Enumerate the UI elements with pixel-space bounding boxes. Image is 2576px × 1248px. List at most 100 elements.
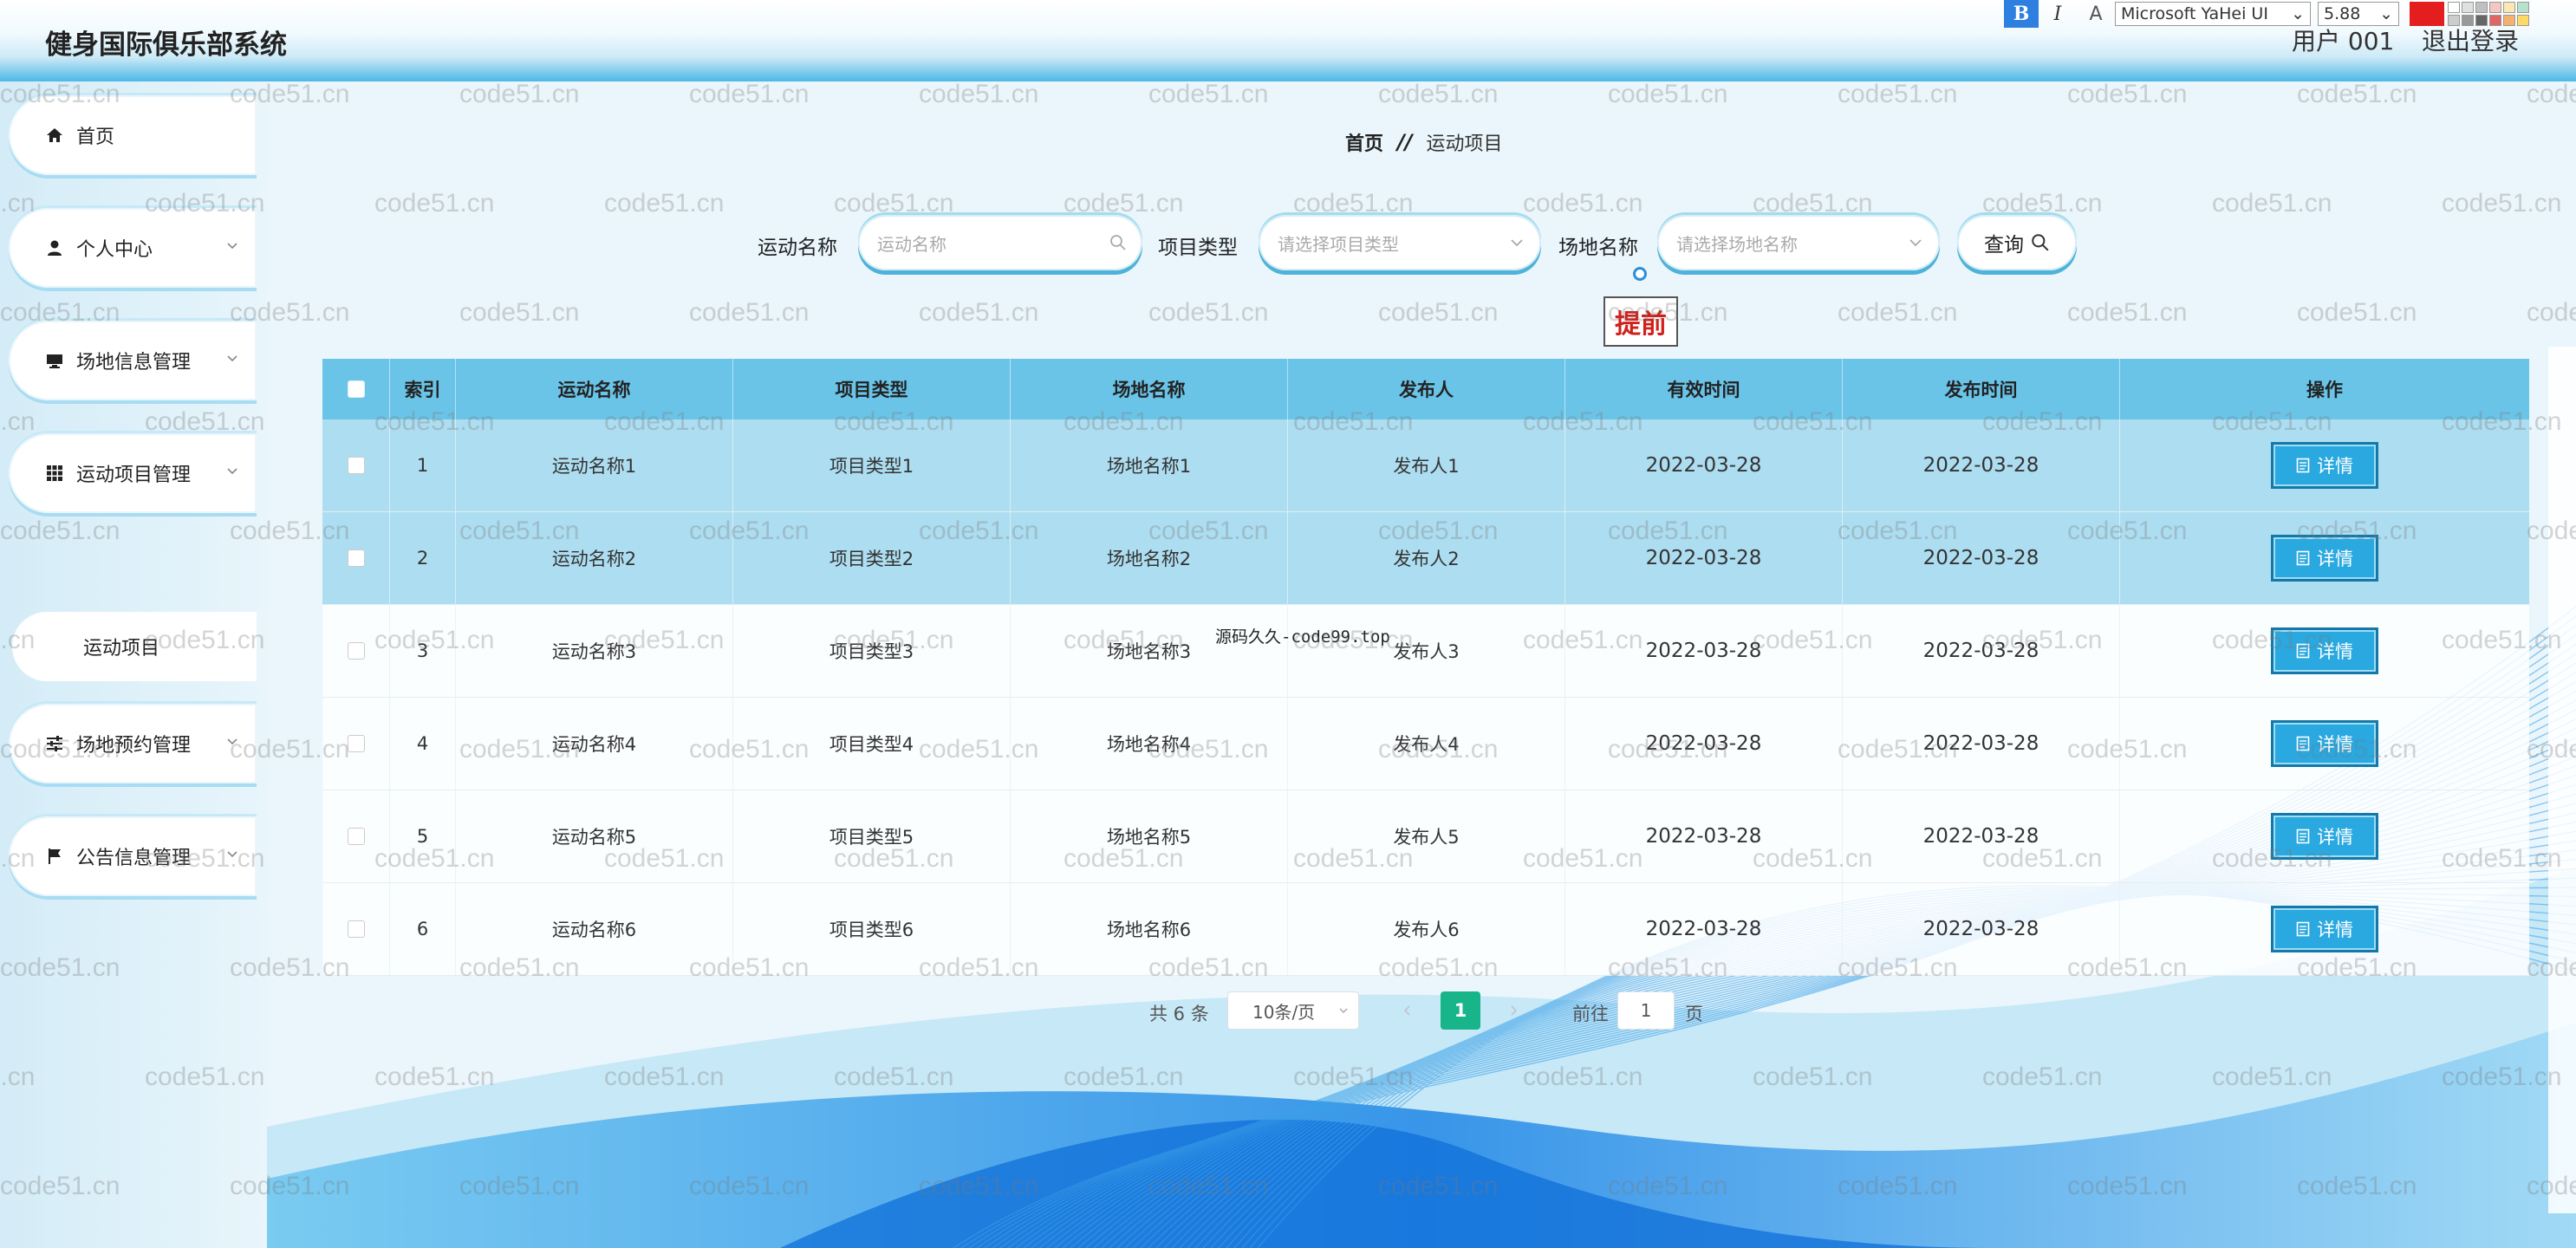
bold-button[interactable]: B xyxy=(2004,0,2039,28)
color-swatch[interactable] xyxy=(2462,15,2474,26)
goto-label: 前往 xyxy=(1572,1004,1609,1024)
operation-cell: 详情 xyxy=(2120,419,2529,511)
breadcrumb-home[interactable]: 首页 xyxy=(1345,128,1383,156)
sidebar-item-venue-management[interactable]: 场地信息管理 xyxy=(9,321,257,400)
detail-button[interactable]: 详情 xyxy=(2271,720,2378,767)
sport-name-input[interactable]: 运动名称 xyxy=(858,215,1142,270)
effective-date-cell: 2022-03-28 xyxy=(1565,698,1843,790)
search-icon xyxy=(1110,235,1126,250)
query-button[interactable]: 查询 xyxy=(1957,215,2077,270)
detail-button-label: 详情 xyxy=(2317,456,2353,477)
sport-name-cell: 运动名称1 xyxy=(456,419,733,511)
logout-link[interactable]: 退出登录 xyxy=(2422,23,2519,57)
publisher-cell: 发布人2 xyxy=(1288,512,1565,604)
table-row: 1 运动名称1 项目类型1 场地名称1 发布人1 2022-03-28 2022-03-28… xyxy=(322,419,2529,512)
document-icon xyxy=(2296,736,2310,751)
goto-unit: 页 xyxy=(1685,1004,1703,1024)
detail-button[interactable]: 详情 xyxy=(2271,442,2378,489)
font-size-select[interactable]: 5.88 ⌄ xyxy=(2318,2,2399,26)
chevron-down-icon xyxy=(227,243,237,250)
row-checkbox[interactable] xyxy=(347,642,365,660)
color-swatch[interactable] xyxy=(2503,15,2515,26)
color-swatch[interactable] xyxy=(2475,15,2488,26)
operation-cell: 详情 xyxy=(2120,698,2529,790)
published-date-cell: 2022-03-28 xyxy=(1843,790,2120,882)
chevron-left-icon xyxy=(1403,1005,1410,1016)
goto-page-input[interactable] xyxy=(1617,991,1675,1030)
color-swatch[interactable] xyxy=(2462,2,2474,13)
app-title: 健身国际俱乐部系统 xyxy=(45,29,287,61)
sport-name-cell: 运动名称4 xyxy=(456,698,733,790)
row-checkbox[interactable] xyxy=(347,549,365,567)
project-type-cell: 项目类型2 xyxy=(733,512,1011,604)
sidebar-item-label: 公告信息管理 xyxy=(76,848,192,869)
published-date-cell: 2022-03-28 xyxy=(1843,605,2120,697)
row-select-cell xyxy=(322,419,390,511)
pagination-total: 共 6 条 xyxy=(1149,1004,1209,1024)
sidebar-item-label: 场地信息管理 xyxy=(76,352,192,374)
column-header: 发布人 xyxy=(1288,359,1565,419)
project-type-select[interactable]: 请选择项目类型 xyxy=(1259,215,1541,270)
sidebar-item-sport-management[interactable]: 运动项目管理 xyxy=(9,433,257,513)
document-icon xyxy=(2296,643,2310,659)
font-family-select[interactable]: Microsoft YaHei UI ⌄ xyxy=(2115,2,2311,26)
row-checkbox[interactable] xyxy=(347,457,365,474)
detail-button[interactable]: 详情 xyxy=(2271,813,2378,860)
sidebar-item-booking-management[interactable]: 场地预约管理 xyxy=(9,704,257,783)
table-row: 6 运动名称6 项目类型6 场地名称6 发布人6 2022-03-28 2022-03-28… xyxy=(322,883,2529,976)
prev-page-button[interactable] xyxy=(1390,993,1425,1028)
detail-button-label: 详情 xyxy=(2317,827,2353,848)
table-header: 索引 运动名称 项目类型 场地名称 发布人 有效时间 发布时间 操作 xyxy=(322,359,2529,419)
color-swatch[interactable] xyxy=(2517,2,2529,13)
detail-button[interactable]: 详情 xyxy=(2271,906,2378,952)
chevron-down-icon xyxy=(227,851,237,858)
sport-name-cell: 运动名称3 xyxy=(456,605,733,697)
color-swatch[interactable] xyxy=(2489,2,2501,13)
sidebar-item-personal-center[interactable]: 个人中心 xyxy=(9,208,257,288)
row-index: 2 xyxy=(390,512,456,604)
current-page-button[interactable]: 1 xyxy=(1441,991,1480,1030)
select-all-checkbox[interactable] xyxy=(347,380,365,398)
breadcrumb-current: 运动项目 xyxy=(1426,133,1503,155)
color-swatch[interactable] xyxy=(2475,2,2488,13)
table-row: 5 运动名称5 项目类型5 场地名称5 发布人5 2022-03-28 2022-03-28… xyxy=(322,790,2529,883)
sport-name-label: 运动名称 xyxy=(758,237,837,259)
venue-name-cell: 场地名称3 xyxy=(1011,605,1288,697)
color-swatch[interactable] xyxy=(2489,15,2501,26)
color-swatch[interactable] xyxy=(2448,15,2460,26)
venue-name-cell: 场地名称5 xyxy=(1011,790,1288,882)
text-color-swatch[interactable] xyxy=(2410,2,2444,26)
color-palette xyxy=(2448,2,2529,26)
color-swatch[interactable] xyxy=(2448,2,2460,13)
column-header: 场地名称 xyxy=(1011,359,1288,419)
format-toolbar: B I A Microsoft YaHei UI ⌄ 5.88 ⌄ xyxy=(2004,0,2576,28)
color-swatch[interactable] xyxy=(2503,2,2515,13)
operation-cell: 详情 xyxy=(2120,790,2529,882)
detail-button[interactable]: 详情 xyxy=(2271,535,2378,582)
color-swatch[interactable] xyxy=(2517,15,2529,26)
font-size-value: 5.88 xyxy=(2324,4,2361,23)
flag-icon xyxy=(45,847,64,866)
row-index: 5 xyxy=(390,790,456,882)
next-page-button[interactable] xyxy=(1496,993,1531,1028)
row-checkbox[interactable] xyxy=(347,828,365,845)
page-size-value: 10条/页 xyxy=(1252,1001,1316,1023)
project-type-cell: 项目类型1 xyxy=(733,419,1011,511)
sidebar: 首页 个人中心 场地信息管理 运动项目管理 运动项目 场地预约管理 公告信息管理 xyxy=(0,81,267,1248)
search-icon xyxy=(2032,234,2049,251)
project-type-cell: 项目类型6 xyxy=(733,883,1011,975)
sidebar-item-home[interactable]: 首页 xyxy=(9,95,257,175)
sidebar-item-notice-management[interactable]: 公告信息管理 xyxy=(9,816,257,896)
page-size-select[interactable]: 10条/页 xyxy=(1227,991,1359,1030)
row-index: 3 xyxy=(390,605,456,697)
publisher-cell: 发布人1 xyxy=(1288,419,1565,511)
italic-button[interactable]: I xyxy=(2039,0,2077,28)
row-checkbox[interactable] xyxy=(347,920,365,938)
clear-format-button[interactable]: A xyxy=(2077,0,2115,28)
sidebar-subitem-sports[interactable]: 运动项目 xyxy=(12,612,257,681)
venue-name-select[interactable]: 请选择场地名称 xyxy=(1657,215,1940,270)
column-header: 发布时间 xyxy=(1843,359,2120,419)
detail-button[interactable]: 详情 xyxy=(2271,627,2378,674)
sport-name-cell: 运动名称5 xyxy=(456,790,733,882)
row-checkbox[interactable] xyxy=(347,735,365,752)
